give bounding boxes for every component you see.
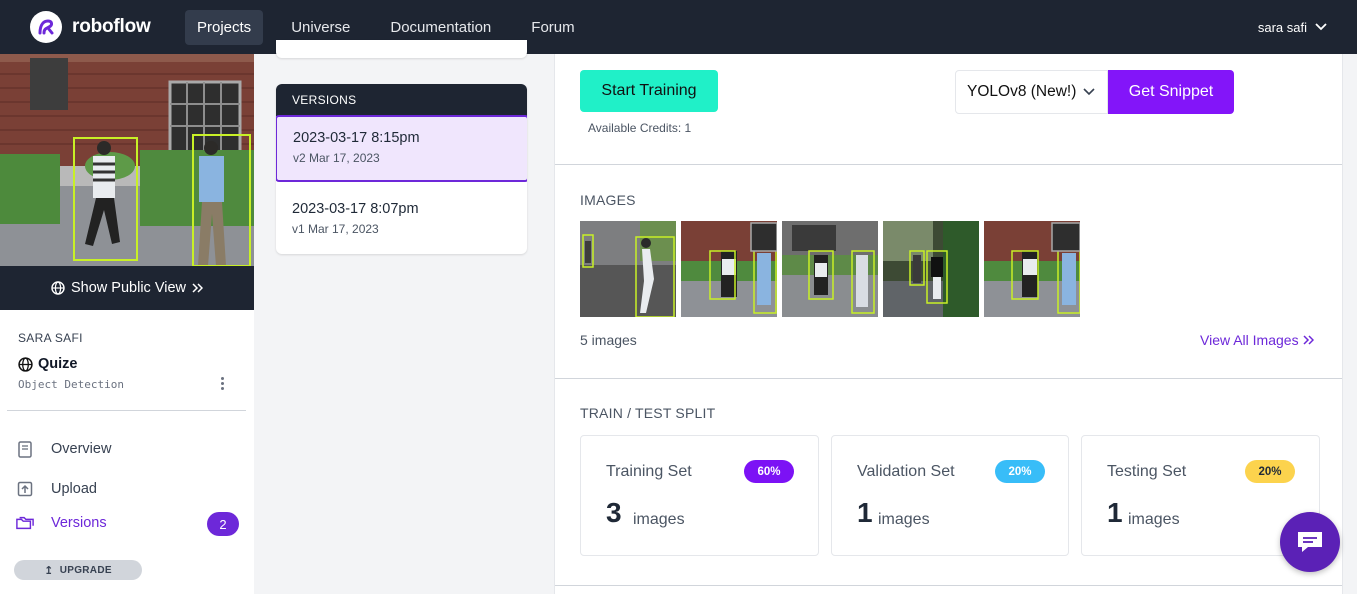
image-thumbnail[interactable]	[782, 221, 878, 317]
folders-icon	[16, 514, 34, 532]
globe-icon	[18, 356, 33, 372]
user-name: sara safi	[1257, 19, 1307, 35]
split-name: Testing Set	[1107, 463, 1187, 480]
nav-forum[interactable]: Forum	[519, 10, 586, 45]
show-public-view-label: Show Public View	[71, 280, 186, 296]
kebab-menu-icon[interactable]	[221, 377, 225, 392]
split-section-title: TRAIN / TEST SPLIT	[580, 405, 716, 421]
image-thumbnails	[580, 221, 1085, 317]
split-percent-badge: 60%	[744, 460, 794, 483]
versions-header: VERSIONS	[276, 84, 527, 116]
project-cover-image	[0, 54, 254, 266]
sidebar-item-upload[interactable]: Upload	[16, 480, 97, 498]
start-training-button[interactable]: Start Training	[580, 70, 718, 112]
image-thumbnail[interactable]	[681, 221, 777, 317]
workspace-owner: SARA SAFI	[18, 331, 83, 345]
section-divider	[555, 585, 1342, 586]
user-menu[interactable]: sara safi	[1258, 0, 1327, 54]
split-name: Training Set	[606, 463, 692, 480]
split-count: 1	[857, 497, 873, 528]
chevron-down-icon	[1083, 88, 1095, 96]
project-type: Object Detection	[18, 378, 124, 391]
section-divider	[555, 164, 1342, 165]
get-snippet-button[interactable]: Get Snippet	[1108, 70, 1234, 114]
split-name: Validation Set	[857, 463, 955, 480]
top-nav: roboflow Projects Universe Documentation…	[0, 0, 1357, 54]
support-chat-button[interactable]	[1280, 512, 1340, 572]
image-count: 5 images	[580, 332, 637, 348]
book-icon	[16, 440, 34, 458]
view-all-images-label: View All Images	[1200, 332, 1299, 348]
globe-icon	[51, 281, 65, 295]
model-format-select[interactable]: YOLOv8 (New!)	[955, 70, 1108, 114]
view-all-images-link[interactable]: View All Images	[1200, 332, 1314, 348]
version-detail-panel: Start Training Available Credits: 1 YOLO…	[554, 54, 1343, 594]
split-count: 1	[1107, 497, 1123, 528]
chat-icon	[1298, 532, 1322, 552]
section-divider	[555, 378, 1342, 379]
versions-count-badge: 2	[207, 512, 239, 536]
project-sidebar: Show Public View SARA SAFI Quize Object …	[0, 54, 254, 594]
version-name: 2023-03-17 8:15pm	[293, 130, 420, 146]
image-thumbnail[interactable]	[883, 221, 979, 317]
roboflow-logo-icon	[30, 11, 62, 43]
upgrade-label: UPGRADE	[59, 564, 112, 576]
roboflow-logo[interactable]: roboflow	[30, 11, 185, 43]
project-title[interactable]: Quize	[18, 356, 77, 372]
images-section-title: IMAGES	[580, 192, 636, 208]
double-chevron-right-icon	[1303, 335, 1314, 345]
chevron-down-icon	[1315, 23, 1327, 31]
validation-set-card: Validation Set 20% 1 images	[831, 435, 1069, 556]
split-unit: images	[1128, 511, 1180, 528]
split-percent-badge: 20%	[995, 460, 1045, 483]
sidebar-divider	[7, 410, 246, 411]
sidebar-item-label: Overview	[51, 441, 112, 457]
split-unit: images	[633, 511, 685, 528]
image-thumbnail[interactable]	[580, 221, 676, 317]
upgrade-button[interactable]: ↥ UPGRADE	[14, 560, 142, 580]
available-credits: Available Credits: 1	[588, 121, 692, 135]
version-item[interactable]: 2023-03-17 8:15pm v2 Mar 17, 2023	[276, 115, 527, 182]
version-item[interactable]: 2023-03-17 8:07pm v1 Mar 17, 2023	[276, 186, 527, 253]
brand-name: roboflow	[72, 16, 151, 37]
sidebar-item-versions[interactable]: Versions	[16, 514, 107, 532]
previous-card-bottom	[276, 40, 527, 58]
image-thumbnail[interactable]	[984, 221, 1080, 317]
training-set-card: Training Set 60% 3 images	[580, 435, 819, 556]
split-percent-badge: 20%	[1245, 460, 1295, 483]
version-subtitle: v2 Mar 17, 2023	[293, 151, 380, 165]
versions-list: VERSIONS 2023-03-17 8:15pm v2 Mar 17, 20…	[276, 84, 527, 254]
model-format-value: YOLOv8 (New!)	[967, 83, 1077, 100]
sidebar-item-label: Versions	[51, 515, 107, 531]
split-count: 3	[606, 497, 622, 528]
sidebar-item-overview[interactable]: Overview	[16, 440, 111, 458]
split-unit: images	[878, 511, 930, 528]
project-name: Quize	[38, 356, 78, 372]
version-name: 2023-03-17 8:07pm	[292, 201, 419, 217]
arrow-up-icon: ↥	[44, 564, 54, 577]
upload-icon	[16, 480, 34, 498]
nav-projects[interactable]: Projects	[185, 9, 264, 45]
show-public-view-button[interactable]: Show Public View	[0, 266, 254, 310]
sidebar-item-label: Upload	[51, 481, 97, 497]
version-subtitle: v1 Mar 17, 2023	[292, 222, 379, 236]
double-chevron-right-icon	[192, 283, 203, 293]
